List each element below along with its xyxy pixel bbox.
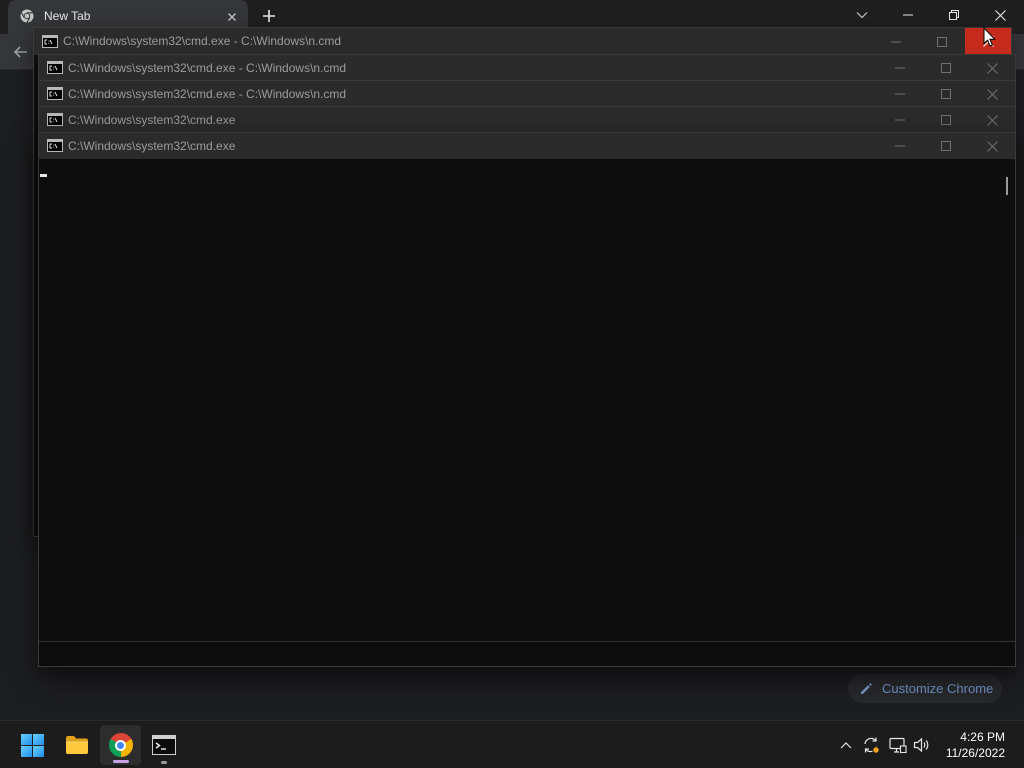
cmd-maximize-button[interactable]: [919, 28, 965, 55]
cmd-minimize-button[interactable]: [877, 107, 923, 133]
taskbar-chrome[interactable]: [100, 725, 141, 765]
maximize-icon: [937, 36, 947, 47]
maximize-icon: [941, 89, 951, 99]
chevron-down-icon: [856, 12, 868, 19]
network-icon: [889, 737, 907, 753]
cmd-window: C:\Windows\system32\cmd.exe: [38, 132, 1016, 667]
close-icon: [986, 62, 998, 74]
maximize-icon: [941, 63, 951, 73]
customize-chrome-label: Customize Chrome: [882, 681, 994, 696]
taskbar: 4:26 PM 11/26/2022: [0, 720, 1024, 768]
close-icon: [986, 140, 998, 152]
cmd-close-button[interactable]: [969, 107, 1015, 133]
taskbar-file-explorer[interactable]: [57, 725, 97, 765]
cmd-icon: [47, 87, 63, 100]
cmd-window-title: C:\Windows\system32\cmd.exe: [68, 113, 236, 127]
cmd-icon: [42, 35, 58, 48]
close-icon: [986, 114, 998, 126]
sync-icon: [864, 737, 880, 754]
clock-time: 4:26 PM: [960, 730, 1005, 744]
minimize-icon: [895, 93, 905, 95]
tray-sync[interactable]: [860, 721, 882, 768]
cmd-title-bar[interactable]: C:\Windows\system32\cmd.exe - C:\Windows…: [34, 28, 1011, 55]
mouse-pointer-icon: [983, 27, 996, 47]
cmd-window-title: C:\Windows\system32\cmd.exe - C:\Windows…: [68, 87, 347, 101]
cmd-maximize-button[interactable]: [923, 133, 969, 159]
cmd-title-bar[interactable]: C:\Windows\system32\cmd.exe - C:\Windows…: [39, 81, 1015, 107]
cmd-icon: [47, 139, 63, 152]
tray-network[interactable]: [887, 721, 909, 768]
cmd-close-button[interactable]: [969, 81, 1015, 107]
speaker-icon: [913, 737, 929, 753]
cmd-minimize-button[interactable]: [877, 55, 923, 81]
chrome-favicon-icon: [20, 9, 34, 23]
cmd-close-button[interactable]: [969, 55, 1015, 81]
tab-close-button[interactable]: [226, 10, 238, 22]
cmd-icon: [47, 61, 63, 74]
cmd-maximize-button[interactable]: [923, 55, 969, 81]
show-hidden-icons-button[interactable]: [835, 721, 857, 768]
minimize-icon: [895, 119, 905, 121]
cmd-minimize-button[interactable]: [877, 133, 923, 159]
new-tab-button[interactable]: [255, 2, 283, 30]
chevron-up-icon: [840, 742, 852, 749]
maximize-icon: [941, 115, 951, 125]
cmd-minimize-button[interactable]: [873, 28, 919, 55]
console-bottom-bar: [39, 641, 1015, 666]
back-button[interactable]: [8, 40, 32, 64]
start-button[interactable]: [12, 725, 52, 765]
cmd-icon: [47, 113, 63, 126]
arrow-left-icon: [13, 46, 27, 58]
close-icon: [986, 88, 998, 100]
plus-icon: [263, 10, 275, 22]
clock-date: 11/26/2022: [945, 746, 1005, 760]
close-icon: [994, 9, 1006, 21]
running-app-indicator: [161, 761, 167, 764]
cmd-minimize-button[interactable]: [877, 81, 923, 107]
command-prompt-icon: [152, 735, 176, 755]
cmd-close-button[interactable]: [969, 133, 1015, 159]
taskbar-clock[interactable]: 4:26 PM 11/26/2022: [930, 729, 1005, 761]
cmd-title-bar[interactable]: C:\Windows\system32\cmd.exe - C:\Windows…: [39, 55, 1015, 81]
file-explorer-icon: [66, 736, 88, 754]
browser-minimize-button[interactable]: [885, 0, 931, 30]
scrollbar-thumb[interactable]: [1006, 177, 1008, 195]
cmd-title-bar[interactable]: C:\Windows\system32\cmd.exe: [39, 133, 1015, 159]
restore-icon: [949, 10, 959, 20]
text-cursor: [40, 174, 47, 177]
chrome-icon: [108, 733, 133, 757]
maximize-icon: [941, 141, 951, 151]
browser-restore-button[interactable]: [931, 0, 977, 30]
console-area[interactable]: [39, 159, 999, 641]
active-app-indicator: [113, 760, 129, 763]
close-icon: [228, 13, 236, 21]
browser-close-button[interactable]: [977, 0, 1023, 30]
minimize-icon: [895, 67, 905, 69]
vertical-scrollbar[interactable]: [999, 159, 1015, 641]
pencil-icon: [861, 683, 872, 694]
cmd-maximize-button[interactable]: [923, 107, 969, 133]
customize-chrome-button[interactable]: Customize Chrome: [848, 674, 1002, 703]
cmd-window-title: C:\Windows\system32\cmd.exe - C:\Windows…: [63, 34, 342, 48]
minimize-icon: [891, 41, 901, 42]
minimize-icon: [895, 145, 905, 147]
windows-start-icon: [20, 733, 44, 757]
taskbar-command-prompt[interactable]: [144, 725, 184, 765]
minimize-icon: [903, 14, 913, 16]
cmd-window-title: C:\Windows\system32\cmd.exe - C:\Windows…: [68, 61, 347, 75]
tab-search-button[interactable]: [839, 0, 885, 30]
cmd-maximize-button[interactable]: [923, 81, 969, 107]
cmd-window-title: C:\Windows\system32\cmd.exe: [68, 139, 236, 153]
cmd-title-bar[interactable]: C:\Windows\system32\cmd.exe: [39, 107, 1015, 133]
